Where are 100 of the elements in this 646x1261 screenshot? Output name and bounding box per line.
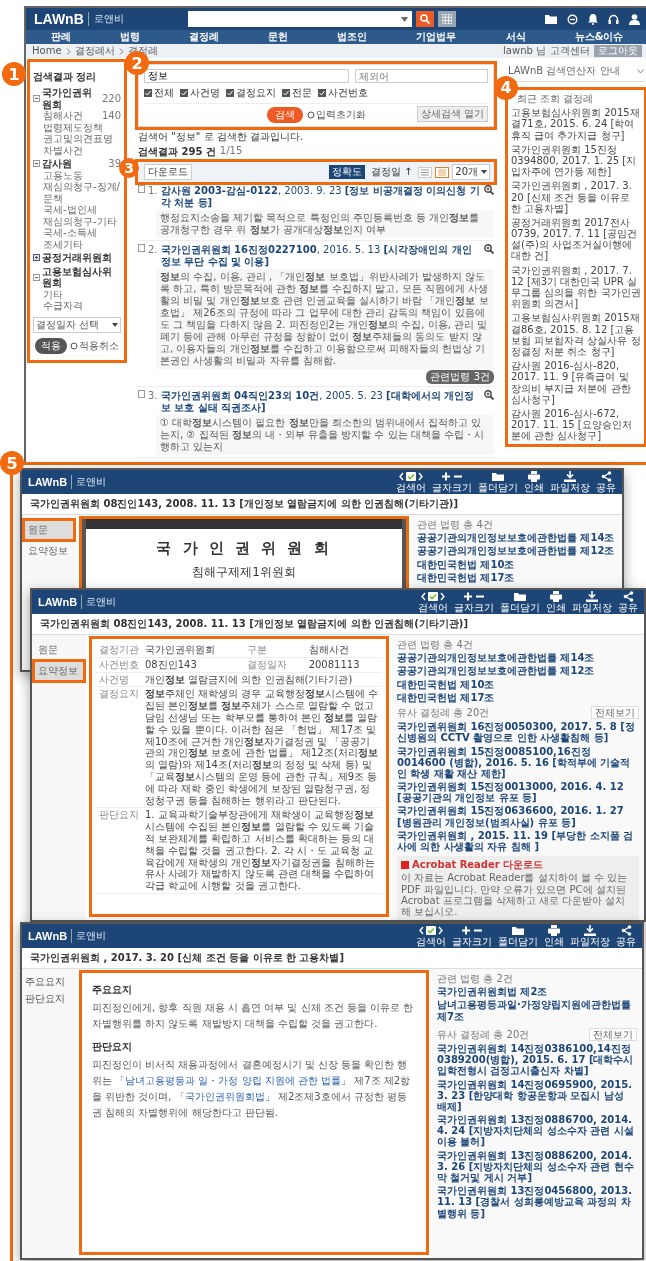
toolbar-button[interactable]: 검색어 xyxy=(416,925,446,947)
law-link[interactable]: 대한민국헌법 제10조 xyxy=(417,558,617,570)
zoom-in-icon[interactable] xyxy=(484,244,494,254)
sort-button[interactable]: 정확도 xyxy=(328,165,365,179)
case-link[interactable]: 국가인권위원회 , 2015. 11. 19 [부당한 소지품 검사에 의한 사생활의 자유 침해 ] xyxy=(397,829,639,853)
user-link[interactable]: 고객센터 xyxy=(550,45,590,57)
recent-case-link[interactable]: 국가인권위원회 15진정0394800, 2017. 1. 25 [지입차주에 연가등 제한] xyxy=(511,143,641,178)
side-menu-item[interactable]: 요약정보 xyxy=(35,662,83,680)
advanced-search-button[interactable]: 상세검색 열기 xyxy=(416,106,488,122)
breadcrumb-link[interactable]: Home xyxy=(32,45,62,57)
filter-group[interactable]: 고용보험심사위원회 xyxy=(42,265,121,289)
filter-item[interactable]: 국세-법인세 xyxy=(43,204,121,216)
nav-item[interactable]: 결정례 xyxy=(188,30,219,44)
toolbar-button[interactable]: 검색어 xyxy=(396,471,426,493)
date-select[interactable]: 결정일자 선택 xyxy=(33,316,121,333)
result-title[interactable]: 감사원 2003-감심-0122, 2003. 9. 23 [정보 비공개결정 이의신청 기각 처분 등] xyxy=(160,185,481,208)
side-menu-item[interactable]: 판단요지 xyxy=(25,992,73,1006)
result-title[interactable]: 국가인권위원회 16진정0227100, 2016. 5. 13 [시각장애인의 개인정보 무단 수집 및 이용] xyxy=(160,244,481,267)
checkbox[interactable] xyxy=(144,89,152,97)
checkbox-label[interactable]: 결정요지 xyxy=(236,86,276,100)
nav-item[interactable]: 문헌 xyxy=(268,30,289,44)
law-link[interactable]: 대한민국헌법 제10조 xyxy=(397,678,639,690)
cancel-button[interactable]: 적용취소 xyxy=(70,338,119,353)
law-link[interactable]: 공공기관의개인정보보호에관한법률 제14조 xyxy=(417,532,617,544)
filter-item[interactable]: 국세-소득세 xyxy=(43,227,121,239)
side-menu-item[interactable]: 요약정보 xyxy=(25,542,73,560)
law-link[interactable]: 「남녀고용평등과 일・가정 양립 지원에 관한 법률」 xyxy=(115,1075,352,1086)
search-field[interactable] xyxy=(187,11,412,27)
law-link[interactable]: 공공기관의개인정보보호에관한법률 제12조 xyxy=(417,545,617,557)
exclude-field[interactable]: 제외어 xyxy=(355,69,488,83)
case-link[interactable]: 국가인권위원회 13진정0886700, 2014. 4. 24 [지방자치단체의 성소수자 관련 시설이용 불허] xyxy=(437,1114,637,1148)
view-all-button[interactable]: 전체보기 xyxy=(589,1027,637,1041)
filter-item[interactable]: 권고및의견표명 xyxy=(43,133,121,145)
law-link[interactable]: 남녀고용평등과일·가정양립지원에관한법률 제7조 xyxy=(437,999,637,1022)
toolbar-button[interactable]: 글자크기 xyxy=(452,925,492,947)
filter-item[interactable]: 수급자격 xyxy=(43,300,121,312)
toolbar-button[interactable]: 글자크기 xyxy=(454,591,494,613)
toolbar-button[interactable]: 검색어 xyxy=(418,591,448,613)
case-link[interactable]: 국가인권위원회 15진정0013000, 2016. 4. 12 [공공기관의 개인정보 유포 등] xyxy=(397,781,639,804)
result-title[interactable]: 국가인권위원회 04직인23외 10건, 2005. 5. 23 [대학에서의 개인정보 보호 실태 직권조사] xyxy=(160,390,481,413)
toolbar-button[interactable]: 공유 xyxy=(616,925,636,947)
recent-case-link[interactable]: 감사원 2016-심사-672, 2017. 11. 15 [요양승인처분에 관한 심사청구] xyxy=(511,407,641,442)
checkbox[interactable] xyxy=(282,89,290,97)
recent-case-link[interactable]: 감사원 2016-심사-820, 2017. 11. 9 [유족급여 및 장의비 부지급 처분에 관한 심사청구] xyxy=(511,360,641,405)
checkbox[interactable] xyxy=(318,89,326,97)
toolbar-button[interactable]: 공유 xyxy=(618,591,638,613)
recent-case-link[interactable]: 공정거래위원회 2017전사0739, 2017. 7. 11 [공임건설(주)의 사업조거실이행에 대한 건] xyxy=(511,216,641,262)
toolbar-button[interactable]: 파일저장 xyxy=(570,925,610,947)
checkbox-label[interactable]: 사건명 xyxy=(190,86,220,100)
expand-icon[interactable] xyxy=(33,254,40,262)
toolbar-button[interactable]: 폴더담기 xyxy=(478,471,518,493)
law-link[interactable]: 공공기관의개인정보보호에관한법률 제14조 xyxy=(397,652,639,664)
recent-case-link[interactable]: 국가인권위원회 , 2017. 7. 12 [제3기 대한민국 UPR 실무그룹 심의을 위한 국가인권위원회 의견서] xyxy=(511,264,641,310)
law-link[interactable]: 「국가인권위원회법」 xyxy=(174,1091,275,1102)
filter-item[interactable]: 조세기타 xyxy=(43,238,121,250)
filter-group[interactable]: 감사원 xyxy=(42,158,107,170)
collapse-icon[interactable] xyxy=(33,273,40,281)
case-link[interactable]: 국가인권위원회 15진정0636600, 2016. 1. 27 [병원관리 개인정보(범죄사실) 유포 등] xyxy=(397,805,639,828)
case-link[interactable]: 국가인권위원회 13진정0886200, 2014. 3. 26 [지방자치단체의 성소수자 관련 현수막 철거및 게시 거부] xyxy=(437,1149,637,1184)
side-menu-item[interactable]: 원문 xyxy=(35,641,83,659)
breadcrumb-link[interactable]: 결정례서 xyxy=(74,45,115,57)
filter-group[interactable]: 국가인권위원회 xyxy=(42,87,100,110)
folder-icon[interactable] xyxy=(545,14,557,24)
download-button[interactable]: 다운로드 xyxy=(144,164,192,180)
zoom-in-icon[interactable] xyxy=(484,185,494,195)
law-link[interactable]: 대한민국헌법 제17조 xyxy=(417,571,617,583)
case-link[interactable]: 국가인권위원회 13진정0456800, 2013. 11. 13 [경찰서 성희롱예방교육 과정의 차별행위 등] xyxy=(437,1185,637,1219)
checkbox-label[interactable]: 전문 xyxy=(292,86,312,100)
toolbar-button[interactable]: 인쇄 xyxy=(544,925,564,947)
toolbar-button[interactable]: 파일저장 xyxy=(550,471,590,493)
toolbar-button[interactable]: 글자크기 xyxy=(432,471,472,493)
toolbar-button[interactable]: 인쇄 xyxy=(524,471,544,493)
toolbar-button[interactable]: 폴더담기 xyxy=(500,591,540,613)
filter-group[interactable]: 공정거래위원회 xyxy=(42,252,121,264)
sort-button[interactable]: 결정일 ↑ xyxy=(367,165,416,179)
nav-item[interactable]: 서식 xyxy=(505,30,526,44)
collapse-icon[interactable] xyxy=(33,160,40,168)
search-field[interactable]: 정보 xyxy=(144,69,349,83)
case-link[interactable]: 국가인권위원회 15진정0085100,16진정0014600 (병합), 2016. 5. 16 [학적부에 기술적인 학생 재활 재산 제한] xyxy=(397,745,639,780)
checkbox-label[interactable]: 사건번호 xyxy=(328,86,368,100)
user-icon[interactable] xyxy=(629,13,640,25)
side-menu-item[interactable]: 원문 xyxy=(25,521,73,539)
nav-item[interactable]: 뉴스&이슈 xyxy=(574,30,624,44)
collapse-icon[interactable] xyxy=(33,95,40,102)
case-link[interactable]: 국가인권위원회 16진정0050300, 2017. 5. 8 [정신병원의 CCTV 촬영으로 인한 사생활침해 등] xyxy=(397,721,639,744)
acrobat-download-link[interactable]: Acrobat Reader 다운로드 xyxy=(412,859,544,871)
law-link[interactable]: 공공기관의개인정보보호에관한법률 제12조 xyxy=(397,665,639,677)
bell-icon[interactable] xyxy=(588,13,598,25)
filter-item[interactable]: 재심의청구-징계/문책 xyxy=(43,181,121,204)
law-link[interactable]: 국가인권위원회법 제2조 xyxy=(437,986,637,998)
checkbox[interactable] xyxy=(226,89,234,97)
recent-case-link[interactable]: 고용보험심사위원회 2015재결71호, 2015. 6. 24 [학여휴직 급여 추가지급 청구] xyxy=(511,107,641,141)
filter-item[interactable]: 침해사건 xyxy=(43,110,102,122)
filter-item[interactable]: 기타 xyxy=(43,288,121,300)
checkbox-label[interactable]: 전체 xyxy=(154,86,174,100)
filter-item[interactable]: 재심의청구-기타 xyxy=(43,215,121,227)
toolbar-button[interactable]: 인쇄 xyxy=(546,591,566,613)
headset-icon[interactable] xyxy=(608,13,619,25)
page-size-select[interactable]: 20개 xyxy=(452,164,490,180)
toolbar-button[interactable]: 폴더담기 xyxy=(498,925,538,947)
